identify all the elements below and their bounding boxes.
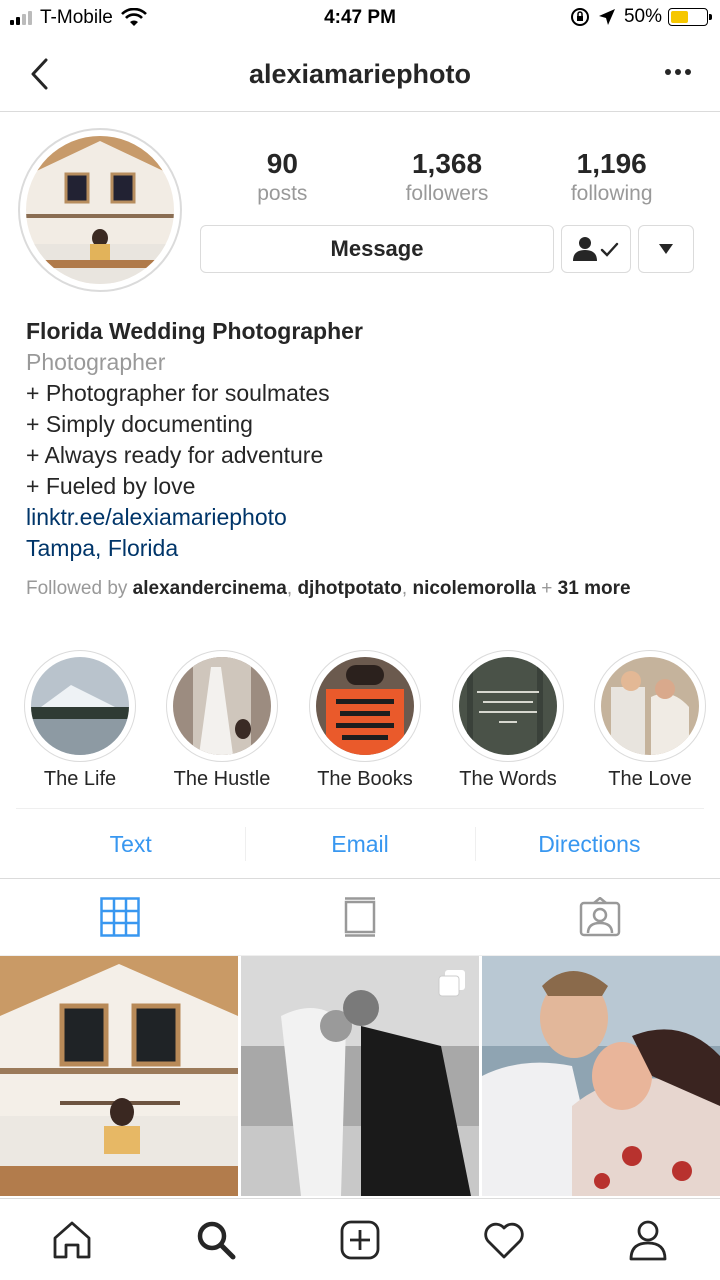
tab-feed[interactable] bbox=[240, 879, 480, 955]
page-title: alexiamariephoto bbox=[248, 59, 472, 89]
avatar-image bbox=[26, 136, 174, 284]
highlight-image bbox=[316, 657, 414, 755]
feed-icon bbox=[344, 897, 376, 937]
tab-activity[interactable] bbox=[432, 1199, 576, 1280]
profile-avatar[interactable] bbox=[18, 128, 182, 292]
tab-search[interactable] bbox=[144, 1199, 288, 1280]
highlight-image bbox=[173, 657, 271, 755]
post-image bbox=[0, 956, 238, 1196]
posts-count: 90 bbox=[266, 148, 298, 179]
heart-icon bbox=[484, 1222, 524, 1258]
plus-sign: + bbox=[536, 578, 558, 599]
follower-username[interactable]: djhotpotato bbox=[297, 578, 401, 599]
profile-category: Photographer bbox=[26, 349, 166, 375]
follower-username[interactable]: nicolemorolla bbox=[412, 578, 536, 599]
post-thumbnail[interactable] bbox=[241, 956, 479, 1196]
highlight-the-books[interactable]: The Books bbox=[309, 650, 421, 791]
followed-by-prefix: Followed by bbox=[26, 578, 133, 599]
highlight-label: The Words bbox=[459, 768, 557, 790]
nav-bar: alexiamariephoto bbox=[0, 38, 720, 112]
profile-stats: 90 posts 1,368 followers 1,196 following bbox=[200, 148, 694, 206]
text-button[interactable]: Text bbox=[16, 809, 245, 878]
post-grid bbox=[0, 956, 720, 1196]
directions-button[interactable]: Directions bbox=[474, 809, 704, 878]
profile-name: Florida Wedding Photographer bbox=[26, 318, 363, 344]
search-icon bbox=[197, 1221, 236, 1259]
stat-posts[interactable]: 90 posts bbox=[200, 148, 365, 206]
contact-options: Text Email Directions bbox=[16, 808, 704, 878]
following-label: following bbox=[570, 182, 653, 205]
home-icon bbox=[53, 1221, 91, 1258]
post-thumbnail[interactable] bbox=[0, 956, 238, 1196]
profile-bio: Florida Wedding Photographer Photographe… bbox=[26, 316, 706, 564]
following-button[interactable] bbox=[561, 225, 631, 273]
highlight-the-love[interactable]: The Love bbox=[594, 650, 706, 791]
multiple-photos-icon bbox=[438, 970, 465, 997]
caret-down-icon bbox=[659, 244, 673, 254]
battery-icon bbox=[668, 8, 712, 26]
profile-view-tabs bbox=[0, 878, 720, 956]
tab-home[interactable] bbox=[0, 1199, 144, 1280]
add-post-icon bbox=[340, 1220, 380, 1259]
highlight-image bbox=[459, 657, 557, 755]
followers-count: 1,368 bbox=[411, 148, 483, 179]
grid-icon bbox=[100, 897, 140, 937]
followers-label: followers bbox=[405, 182, 489, 205]
separator: , bbox=[401, 578, 413, 599]
separator: , bbox=[286, 578, 298, 599]
stat-followers[interactable]: 1,368 followers bbox=[365, 148, 530, 206]
highlight-image bbox=[601, 657, 699, 755]
highlight-image bbox=[31, 657, 129, 755]
story-highlights: The Life The Hustle The Books The Words … bbox=[0, 650, 720, 800]
posts-label: posts bbox=[257, 182, 308, 205]
bio-line: + Fueled by love bbox=[26, 473, 196, 499]
tab-grid[interactable] bbox=[0, 879, 240, 955]
tagged-user-icon bbox=[579, 897, 621, 937]
tab-new-post[interactable] bbox=[288, 1199, 432, 1280]
rotation-lock-icon bbox=[570, 8, 589, 26]
message-button[interactable]: Message bbox=[200, 225, 554, 273]
stat-following[interactable]: 1,196 following bbox=[529, 148, 694, 206]
bio-line: + Photographer for soulmates bbox=[26, 380, 330, 406]
bio-location-link[interactable]: Tampa, Florida bbox=[26, 533, 706, 564]
bio-line: + Simply documenting bbox=[26, 411, 253, 437]
post-image bbox=[482, 956, 720, 1196]
bio-website-link[interactable]: linktr.ee/alexiamariephoto bbox=[26, 502, 706, 533]
tab-tagged[interactable] bbox=[480, 879, 720, 955]
highlight-label: The Love bbox=[608, 768, 692, 790]
more-options-icon[interactable] bbox=[664, 58, 692, 86]
highlight-the-hustle[interactable]: The Hustle bbox=[166, 650, 278, 791]
suggestions-dropdown-button[interactable] bbox=[638, 225, 694, 273]
bottom-tab-bar bbox=[0, 1198, 720, 1280]
highlight-label: The Life bbox=[43, 768, 117, 790]
email-button[interactable]: Email bbox=[245, 809, 474, 878]
highlight-label: The Books bbox=[317, 768, 413, 790]
person-check-icon bbox=[573, 237, 619, 261]
profile-icon bbox=[629, 1220, 667, 1260]
highlight-label: The Hustle bbox=[173, 768, 271, 790]
followed-by[interactable]: Followed by alexandercinema, djhotpotato… bbox=[26, 576, 706, 601]
following-count: 1,196 bbox=[576, 148, 647, 179]
post-thumbnail[interactable] bbox=[482, 956, 720, 1196]
highlight-the-life[interactable]: The Life bbox=[24, 650, 136, 791]
tab-profile[interactable] bbox=[576, 1199, 720, 1280]
battery-percent: 50% bbox=[623, 6, 662, 27]
follower-username[interactable]: alexandercinema bbox=[133, 578, 287, 599]
followed-by-more[interactable]: 31 more bbox=[558, 578, 631, 599]
status-bar: T-Mobile 4:47 PM 50% bbox=[0, 0, 720, 38]
location-arrow-icon bbox=[598, 9, 615, 25]
bio-line: + Always ready for adventure bbox=[26, 442, 324, 468]
highlight-the-words[interactable]: The Words bbox=[452, 650, 564, 791]
